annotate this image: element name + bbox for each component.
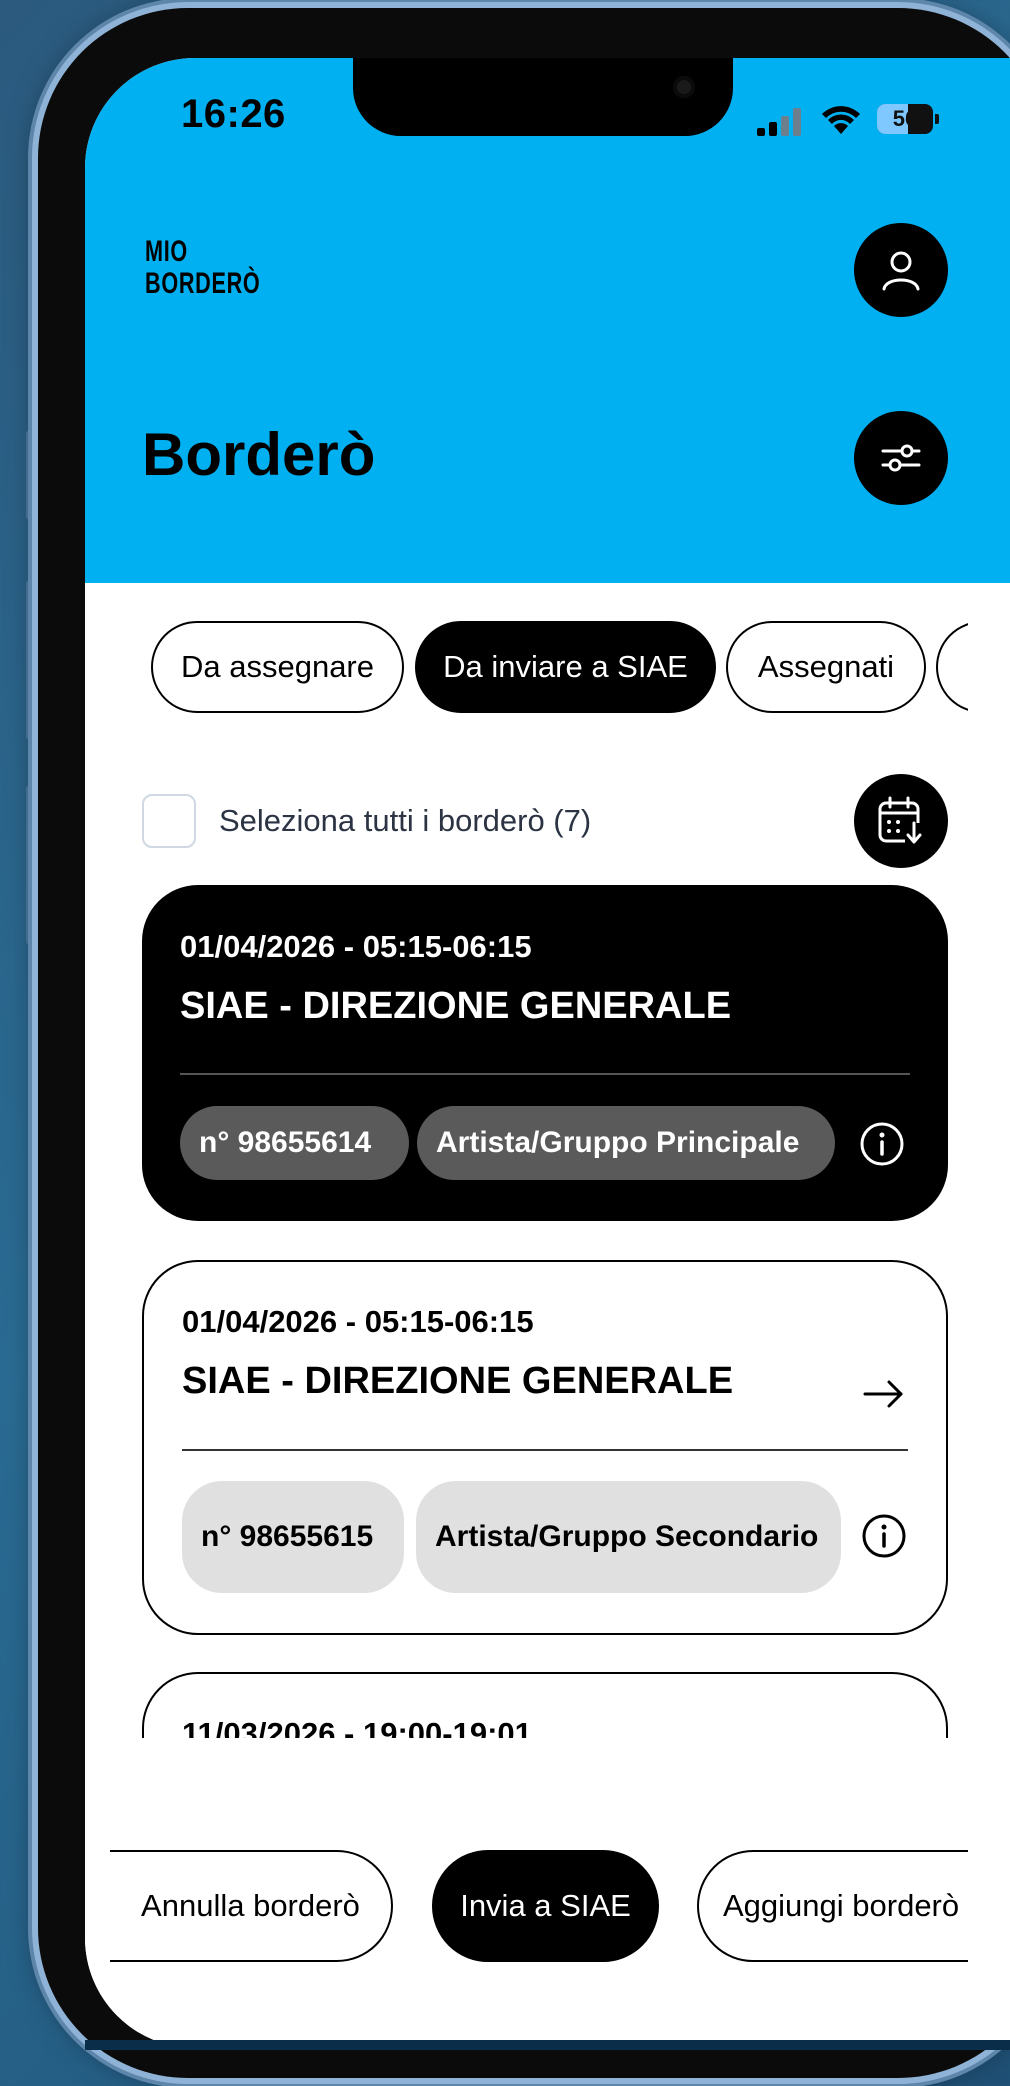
battery-icon: 56 [877, 104, 939, 134]
app-header: 16:26 56 MIO BORDERÒ Borderò [85, 58, 1010, 583]
card-divider [182, 1449, 908, 1451]
add-bordero-button[interactable]: Aggiungi borderò [697, 1850, 968, 1962]
card-number-pill: n° 98655614 [180, 1106, 409, 1180]
card-role-pill: Artista/Gruppo Principale [417, 1106, 835, 1180]
info-icon[interactable] [859, 1121, 905, 1167]
arrow-right-icon[interactable] [861, 1374, 907, 1414]
select-all-checkbox[interactable] [142, 794, 196, 848]
app-screen: 16:26 56 MIO BORDERÒ Borderò Da assegnar… [85, 58, 1010, 2048]
volume-up-button [26, 580, 36, 740]
card-venue: SIAE - DIREZIONE GENERALE [180, 985, 732, 1027]
cancel-bordero-button[interactable]: Annulla borderò [110, 1850, 393, 1962]
select-all-label[interactable]: Seleziona tutti i borderò (7) [219, 803, 591, 839]
status-tabs: Da assegnare Da inviare a SIAE Assegnati [85, 621, 968, 717]
profile-button[interactable] [854, 223, 948, 317]
status-time: 16:26 [181, 92, 286, 136]
logo-line-2: BORDERÒ [145, 267, 261, 300]
dynamic-island [353, 58, 733, 136]
bordero-card[interactable]: 01/04/2026 - 05:15-06:15 SIAE - DIREZION… [142, 885, 948, 1221]
signal-icon [757, 106, 801, 136]
logo-line-1: MIO [145, 235, 188, 268]
app-logo: MIO BORDERÒ [145, 236, 260, 300]
tab-da-inviare-a-siae[interactable]: Da inviare a SIAE [415, 621, 716, 713]
tab-more[interactable] [936, 621, 968, 713]
info-icon[interactable] [861, 1513, 907, 1559]
bordero-card[interactable]: 01/04/2026 - 05:15-06:15 SIAE - DIREZION… [142, 1260, 948, 1635]
wifi-icon [822, 106, 860, 134]
battery-level: 56 [892, 106, 918, 131]
card-venue: SIAE - DIREZIONE GENERALE [182, 1360, 734, 1402]
card-datetime: 01/04/2026 - 05:15-06:15 [182, 1304, 534, 1339]
camera-icon [673, 76, 695, 98]
filter-button[interactable] [854, 411, 948, 505]
card-divider [180, 1073, 910, 1075]
card-number-pill: n° 98655615 [182, 1481, 404, 1593]
calendar-sort-button[interactable] [854, 774, 948, 868]
tab-da-assegnare[interactable]: Da assegnare [151, 621, 404, 713]
tab-assegnati[interactable]: Assegnati [726, 621, 926, 713]
silent-switch [26, 430, 36, 520]
calendar-download-icon [878, 796, 925, 845]
bottom-action-bar: Annulla borderò Invia a SIAE Aggiungi bo… [85, 1738, 1010, 2048]
card-datetime: 01/04/2026 - 05:15-06:15 [180, 929, 532, 964]
select-all-row: Seleziona tutti i borderò (7) [142, 770, 952, 870]
bottom-actions-scroller: Annulla borderò Invia a SIAE Aggiungi bo… [85, 1738, 968, 2048]
screen-bottom-edge [85, 2040, 1010, 2050]
page-title: Borderò [142, 421, 376, 488]
send-to-siae-button[interactable]: Invia a SIAE [432, 1850, 659, 1962]
card-role-pill: Artista/Gruppo Secondario [416, 1481, 841, 1593]
user-icon [882, 251, 920, 291]
volume-down-button [26, 785, 36, 945]
sliders-icon [881, 444, 921, 472]
